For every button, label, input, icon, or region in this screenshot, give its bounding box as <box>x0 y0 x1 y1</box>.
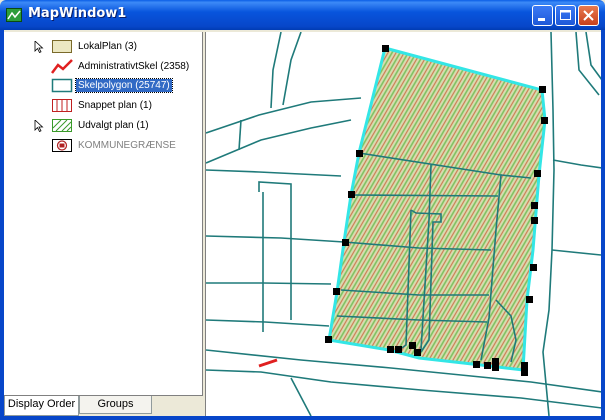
polygon-symbol-icon <box>51 78 73 93</box>
legend-panel[interactable]: LokalPlan (3) AdministrativtSkel (2358) … <box>4 32 203 396</box>
diagonal-hatched-polygon-icon <box>52 119 72 132</box>
layer-item-kommunegraense[interactable]: KOMMUNEGRÆNSE <box>4 137 203 155</box>
image-layer-icon <box>52 139 72 152</box>
layer-item-snappet-plan[interactable]: Snappet plan (1) <box>4 97 203 115</box>
minimize-button[interactable] <box>532 5 553 26</box>
window-title: MapWindow1 <box>28 6 127 21</box>
layer-item-skelpolygon[interactable]: Skelpolygon (25747) <box>4 77 203 95</box>
maximize-icon <box>560 10 571 20</box>
window-frame-bottom <box>0 416 605 420</box>
maximize-button[interactable] <box>555 5 576 26</box>
tab-groups[interactable]: Groups <box>79 396 152 414</box>
pointer-cursor-icon <box>34 120 44 132</box>
layer-item-udvalgt-plan[interactable]: Udvalgt plan (1) <box>4 117 203 135</box>
layer-label: LokalPlan (3) <box>78 41 137 52</box>
layer-label: Udvalgt plan (1) <box>78 120 149 131</box>
close-icon <box>583 10 594 21</box>
line-symbol-icon <box>51 59 73 74</box>
layer-item-lokalplan[interactable]: LokalPlan (3) <box>4 38 203 56</box>
title-bar[interactable]: MapWindow1 <box>0 0 605 30</box>
layer-label: Snappet plan (1) <box>78 100 152 111</box>
app-icon <box>6 8 22 22</box>
legend-tabs: Display Order Groups <box>4 396 203 416</box>
hatched-polygon-icon <box>52 99 72 112</box>
admin-boundary-line <box>258 358 278 368</box>
minimize-icon <box>538 18 545 21</box>
tab-display-order[interactable]: Display Order <box>4 396 79 416</box>
map-window: MapWindow1 LokalPlan (3) AdministrativtS… <box>0 0 605 420</box>
layer-item-administrativtskel[interactable]: AdministrativtSkel (2358) <box>4 58 203 76</box>
layer-label: AdministrativtSkel (2358) <box>78 61 190 72</box>
map-drawing <box>206 32 601 416</box>
pointer-cursor-icon <box>34 41 44 53</box>
layer-label: KOMMUNEGRÆNSE <box>78 140 176 151</box>
map-canvas[interactable] <box>205 32 601 416</box>
close-button[interactable] <box>578 5 599 26</box>
window-frame-right <box>601 30 605 420</box>
layer-label: Skelpolygon (25747) <box>75 78 173 93</box>
polygon-symbol-icon <box>52 40 72 53</box>
